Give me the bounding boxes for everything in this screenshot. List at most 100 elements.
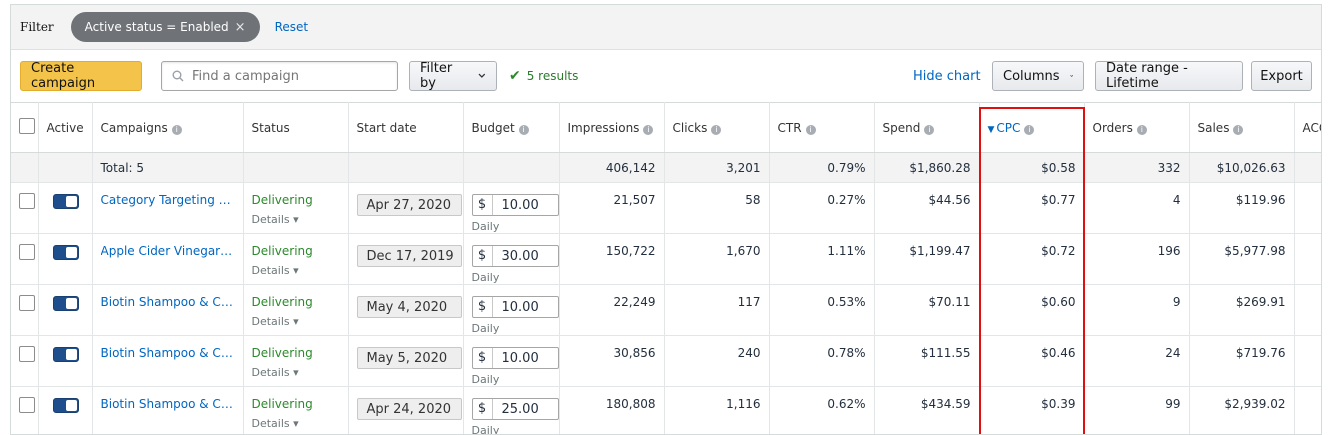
table-body: Total: 5 406,142 3,201 0.79% $1,860.28 $… <box>11 152 1321 435</box>
status-text: Delivering <box>251 193 313 207</box>
chevron-down-icon <box>478 73 486 78</box>
row-checkbox[interactable] <box>19 295 35 311</box>
budget-value: 10.00 <box>501 350 539 366</box>
row-checkbox[interactable] <box>19 346 35 362</box>
active-toggle[interactable] <box>52 296 79 311</box>
col-cpc[interactable]: ▼ CPC i <box>979 102 1085 153</box>
spend-cell: $1,199.47 <box>874 233 980 285</box>
col-orders-label: Orders <box>1092 120 1133 135</box>
col-impressions-label: Impressions <box>567 120 640 135</box>
col-orders[interactable]: Orders i <box>1084 102 1190 153</box>
budget-input[interactable]: $10.00 <box>471 347 559 369</box>
budget-type: Daily <box>471 424 500 435</box>
start-date-field[interactable]: Apr 27, 2020 <box>356 194 462 216</box>
campaign-link[interactable]: Category Targeting - Apple Cider Vinegar <box>101 193 235 207</box>
status-text: Delivering <box>251 346 313 360</box>
currency-symbol: $ <box>473 246 493 266</box>
col-clicks-label: Clicks <box>672 120 708 135</box>
budget-input[interactable]: $10.00 <box>471 296 559 318</box>
info-icon: i <box>643 124 654 135</box>
toolbar: Create campaign Filter by ✔ 5 results Hi… <box>11 50 1321 102</box>
filter-by-button[interactable]: Filter by <box>409 61 497 91</box>
sales-cell: $119.96 <box>1189 182 1295 234</box>
budget-input[interactable]: $10.00 <box>471 194 559 216</box>
active-status-filter-chip[interactable]: Active status = Enabled × <box>70 12 260 42</box>
campaign-link[interactable]: Biotin Shampoo & Conditioner Set <box>101 346 235 360</box>
details-link[interactable]: Details ▾ <box>252 264 340 277</box>
col-budget[interactable]: Budget i <box>463 102 560 153</box>
row-checkbox[interactable] <box>19 397 35 413</box>
table-row: Category Targeting - Apple Cider Vinegar… <box>11 182 1321 234</box>
export-button[interactable]: Export <box>1251 61 1312 91</box>
info-icon: i <box>924 124 935 135</box>
info-icon: i <box>518 124 529 135</box>
sales-cell: $2,939.02 <box>1189 386 1295 434</box>
table-row: Biotin Shampoo & Conditioner Set Deliver… <box>11 335 1321 387</box>
active-toggle[interactable] <box>52 398 79 413</box>
caret-down-icon: ▾ <box>289 417 299 430</box>
clicks-cell: 58 <box>664 182 770 234</box>
row-checkbox[interactable] <box>19 244 35 260</box>
col-acos[interactable]: ACOS <box>1294 102 1321 153</box>
details-link[interactable]: Details ▾ <box>252 366 340 379</box>
start-date-field[interactable]: May 5, 2020 <box>356 347 462 369</box>
info-icon: i <box>711 124 722 135</box>
spend-cell: $111.55 <box>874 335 980 387</box>
col-impressions[interactable]: Impressions i <box>559 102 665 153</box>
col-campaigns[interactable]: Campaigns i <box>92 102 244 153</box>
budget-value: 25.00 <box>501 401 539 417</box>
campaigns-table: Active Campaigns i Status Start date Budg… <box>11 102 1321 435</box>
start-date-field[interactable]: May 4, 2020 <box>356 296 462 318</box>
active-toggle[interactable] <box>52 194 79 209</box>
campaign-link[interactable]: Biotin Shampoo & Conditioner <box>101 295 235 309</box>
currency-symbol: $ <box>473 399 493 419</box>
active-toggle[interactable] <box>52 347 79 362</box>
active-toggle[interactable] <box>52 245 79 260</box>
header-row: Active Campaigns i Status Start date Budg… <box>11 102 1321 153</box>
cpc-cell: $0.60 <box>979 284 1085 336</box>
col-sales[interactable]: Sales i <box>1189 102 1295 153</box>
details-label: Details <box>251 366 290 379</box>
col-start-date[interactable]: Start date <box>348 102 464 153</box>
start-date-field[interactable]: Dec 17, 2019 <box>356 245 462 267</box>
search-input[interactable] <box>192 68 382 84</box>
budget-input[interactable]: $25.00 <box>471 398 559 420</box>
ctr-cell: 0.78% <box>769 335 875 387</box>
ctr-cell: 0.62% <box>769 386 875 434</box>
row-checkbox[interactable] <box>19 193 35 209</box>
create-campaign-button[interactable]: Create campaign <box>20 61 142 91</box>
cpc-cell: $0.46 <box>979 335 1085 387</box>
status-text: Delivering <box>251 244 313 258</box>
total-impressions: 406,142 <box>559 152 665 183</box>
total-spend: $1,860.28 <box>874 152 980 183</box>
info-icon: i <box>1233 124 1244 135</box>
status-text: Delivering <box>251 397 313 411</box>
details-link[interactable]: Details ▾ <box>252 213 340 226</box>
spend-cell: $434.59 <box>874 386 980 434</box>
campaign-link[interactable]: Biotin Shampoo & Conditioner Kit <box>101 397 235 411</box>
details-link[interactable]: Details ▾ <box>252 315 340 328</box>
close-icon[interactable]: × <box>235 20 246 35</box>
date-range-button[interactable]: Date range - Lifetime <box>1095 61 1243 91</box>
details-label: Details <box>251 417 290 430</box>
budget-value: 30.00 <box>501 248 539 264</box>
campaign-link[interactable]: Apple Cider Vinegar & Biotin Shampoo <box>101 244 235 258</box>
columns-button[interactable]: Columns <box>992 61 1084 91</box>
start-date-field[interactable]: Apr 24, 2020 <box>356 398 462 420</box>
col-clicks[interactable]: Clicks i <box>664 102 770 153</box>
hide-chart-link[interactable]: Hide chart <box>913 69 981 84</box>
caret-down-icon: ▾ <box>289 213 299 226</box>
sales-cell: $719.76 <box>1189 335 1295 387</box>
select-all-checkbox[interactable] <box>19 118 35 134</box>
col-spend[interactable]: Spend i <box>874 102 980 153</box>
col-campaigns-label: Campaigns <box>100 120 168 135</box>
orders-cell: 99 <box>1084 386 1190 434</box>
col-status[interactable]: Status <box>243 102 349 153</box>
clicks-cell: 117 <box>664 284 770 336</box>
cpc-cell: $0.72 <box>979 233 1085 285</box>
col-ctr[interactable]: CTR i <box>769 102 875 153</box>
details-link[interactable]: Details ▾ <box>252 417 340 430</box>
budget-input[interactable]: $30.00 <box>471 245 559 267</box>
reset-link[interactable]: Reset <box>275 20 309 34</box>
clicks-cell: 1,670 <box>664 233 770 285</box>
